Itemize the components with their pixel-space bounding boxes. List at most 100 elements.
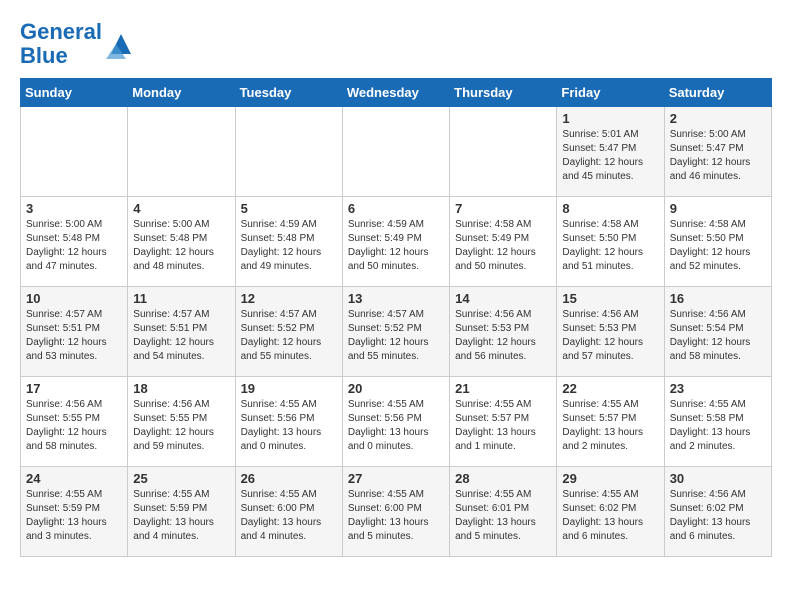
calendar-header: SundayMondayTuesdayWednesdayThursdayFrid…: [21, 79, 772, 107]
cell-info: Sunrise: 4:57 AM Sunset: 5:51 PM Dayligh…: [133, 308, 229, 364]
calendar-cell: 14 Sunrise: 4:56 AM Sunset: 5:53 PM Dayli…: [450, 287, 557, 377]
cell-info: Sunrise: 4:58 AM Sunset: 5:50 PM Dayligh…: [670, 218, 766, 274]
calendar-cell: 7Sunrise: 4:58 AM Sunset: 5:49 PM Daylig…: [450, 197, 557, 287]
calendar-cell: 17Sunrise: 4:56 AM Sunset: 5:55 PM Dayli…: [21, 377, 128, 467]
calendar-cell: [128, 107, 235, 197]
col-header-friday: Friday: [557, 79, 664, 107]
day-number: 15: [562, 291, 658, 306]
day-number: 26: [241, 471, 337, 486]
calendar-cell: 29 Sunrise: 4:55 AM Sunset: 6:02 PM Dayli…: [557, 467, 664, 557]
calendar-cell: 23 Sunrise: 4:55 AM Sunset: 5:58 PM Dayli…: [664, 377, 771, 467]
col-header-sunday: Sunday: [21, 79, 128, 107]
calendar-cell: 11 Sunrise: 4:57 AM Sunset: 5:51 PM Dayli…: [128, 287, 235, 377]
cell-info: Sunrise: 4:55 AM Sunset: 5:58 PM Dayligh…: [670, 398, 766, 454]
cell-info: Sunrise: 4:56 AM Sunset: 6:02 PM Dayligh…: [670, 488, 766, 544]
cell-info: Sunrise: 4:56 AM Sunset: 5:53 PM Dayligh…: [562, 308, 658, 364]
day-number: 30: [670, 471, 766, 486]
cell-info: Sunrise: 4:59 AM Sunset: 5:49 PM Dayligh…: [348, 218, 444, 274]
calendar-cell: 3Sunrise: 5:00 AM Sunset: 5:48 PM Daylig…: [21, 197, 128, 287]
calendar-cell: 27 Sunrise: 4:55 AM Sunset: 6:00 PM Dayli…: [342, 467, 449, 557]
calendar-cell: 10Sunrise: 4:57 AM Sunset: 5:51 PM Dayli…: [21, 287, 128, 377]
col-header-thursday: Thursday: [450, 79, 557, 107]
day-number: 13: [348, 291, 444, 306]
day-number: 18: [133, 381, 229, 396]
calendar-cell: 5 Sunrise: 4:59 AM Sunset: 5:48 PM Daylig…: [235, 197, 342, 287]
calendar-cell: 21 Sunrise: 4:55 AM Sunset: 5:57 PM Dayli…: [450, 377, 557, 467]
day-number: 6: [348, 201, 444, 216]
day-number: 19: [241, 381, 337, 396]
week-row-4: 24 Sunrise: 4:55 AM Sunset: 5:59 PM Dayli…: [21, 467, 772, 557]
calendar-cell: 15 Sunrise: 4:56 AM Sunset: 5:53 PM Dayli…: [557, 287, 664, 377]
calendar-cell: [450, 107, 557, 197]
cell-info: Sunrise: 4:56 AM Sunset: 5:53 PM Dayligh…: [455, 308, 551, 364]
day-number: 4: [133, 201, 229, 216]
day-number: 10: [26, 291, 122, 306]
day-number: 14: [455, 291, 551, 306]
cell-info: Sunrise: 4:59 AM Sunset: 5:48 PM Dayligh…: [241, 218, 337, 274]
week-row-2: 10 Sunrise: 4:57 AM Sunset: 5:51 PM Dayli…: [21, 287, 772, 377]
calendar-body: 1 Sunrise: 5:01 AM Sunset: 5:47 PM Daylig…: [21, 107, 772, 557]
calendar-cell: 20 Sunrise: 4:55 AM Sunset: 5:56 PM Dayli…: [342, 377, 449, 467]
day-number: 9: [670, 201, 766, 216]
calendar-cell: 8 Sunrise: 4:58 AM Sunset: 5:50 PM Daylig…: [557, 197, 664, 287]
col-header-saturday: Saturday: [664, 79, 771, 107]
col-header-monday: Monday: [128, 79, 235, 107]
logo: General Blue: [20, 20, 136, 68]
cell-info: Sunrise: 4:57 AM Sunset: 5:52 PM Dayligh…: [348, 308, 444, 364]
header-row: SundayMondayTuesdayWednesdayThursdayFrid…: [21, 79, 772, 107]
logo-text: General Blue: [20, 20, 102, 68]
calendar-cell: 1 Sunrise: 5:01 AM Sunset: 5:47 PM Daylig…: [557, 107, 664, 197]
day-number: 11: [133, 291, 229, 306]
day-number: 5: [241, 201, 337, 216]
day-number: 29: [562, 471, 658, 486]
calendar-cell: 16Sunrise: 4:56 AM Sunset: 5:54 PM Dayli…: [664, 287, 771, 377]
day-number: 27: [348, 471, 444, 486]
cell-info: Sunrise: 4:55 AM Sunset: 6:00 PM Dayligh…: [241, 488, 337, 544]
calendar-cell: 28Sunrise: 4:55 AM Sunset: 6:01 PM Dayli…: [450, 467, 557, 557]
cell-info: Sunrise: 4:56 AM Sunset: 5:55 PM Dayligh…: [133, 398, 229, 454]
cell-info: Sunrise: 5:00 AM Sunset: 5:47 PM Dayligh…: [670, 128, 766, 184]
cell-info: Sunrise: 4:55 AM Sunset: 5:59 PM Dayligh…: [26, 488, 122, 544]
cell-info: Sunrise: 4:55 AM Sunset: 6:01 PM Dayligh…: [455, 488, 551, 544]
cell-info: Sunrise: 4:55 AM Sunset: 5:57 PM Dayligh…: [562, 398, 658, 454]
cell-info: Sunrise: 5:01 AM Sunset: 5:47 PM Dayligh…: [562, 128, 658, 184]
day-number: 21: [455, 381, 551, 396]
cell-info: Sunrise: 4:55 AM Sunset: 5:59 PM Dayligh…: [133, 488, 229, 544]
cell-info: Sunrise: 5:00 AM Sunset: 5:48 PM Dayligh…: [133, 218, 229, 274]
cell-info: Sunrise: 4:55 AM Sunset: 6:00 PM Dayligh…: [348, 488, 444, 544]
cell-info: Sunrise: 4:58 AM Sunset: 5:50 PM Dayligh…: [562, 218, 658, 274]
col-header-tuesday: Tuesday: [235, 79, 342, 107]
calendar-cell: 2Sunrise: 5:00 AM Sunset: 5:47 PM Daylig…: [664, 107, 771, 197]
calendar-cell: 22 Sunrise: 4:55 AM Sunset: 5:57 PM Dayli…: [557, 377, 664, 467]
cell-info: Sunrise: 4:56 AM Sunset: 5:54 PM Dayligh…: [670, 308, 766, 364]
calendar-cell: 4 Sunrise: 5:00 AM Sunset: 5:48 PM Daylig…: [128, 197, 235, 287]
col-header-wednesday: Wednesday: [342, 79, 449, 107]
day-number: 17: [26, 381, 122, 396]
day-number: 22: [562, 381, 658, 396]
calendar-cell: 6 Sunrise: 4:59 AM Sunset: 5:49 PM Daylig…: [342, 197, 449, 287]
calendar-cell: 12Sunrise: 4:57 AM Sunset: 5:52 PM Dayli…: [235, 287, 342, 377]
day-number: 20: [348, 381, 444, 396]
cell-info: Sunrise: 4:55 AM Sunset: 5:57 PM Dayligh…: [455, 398, 551, 454]
calendar-cell: 18 Sunrise: 4:56 AM Sunset: 5:55 PM Dayli…: [128, 377, 235, 467]
cell-info: Sunrise: 4:55 AM Sunset: 5:56 PM Dayligh…: [348, 398, 444, 454]
calendar-cell: 24 Sunrise: 4:55 AM Sunset: 5:59 PM Dayli…: [21, 467, 128, 557]
logo-general: General: [20, 19, 102, 44]
calendar-cell: 26 Sunrise: 4:55 AM Sunset: 6:00 PM Dayli…: [235, 467, 342, 557]
day-number: 24: [26, 471, 122, 486]
calendar-cell: 30 Sunrise: 4:56 AM Sunset: 6:02 PM Dayli…: [664, 467, 771, 557]
day-number: 23: [670, 381, 766, 396]
calendar-cell: 9 Sunrise: 4:58 AM Sunset: 5:50 PM Daylig…: [664, 197, 771, 287]
calendar-cell: 25 Sunrise: 4:55 AM Sunset: 5:59 PM Dayli…: [128, 467, 235, 557]
day-number: 25: [133, 471, 229, 486]
day-number: 12: [241, 291, 337, 306]
day-number: 1: [562, 111, 658, 126]
calendar-cell: [235, 107, 342, 197]
week-row-0: 1 Sunrise: 5:01 AM Sunset: 5:47 PM Daylig…: [21, 107, 772, 197]
cell-info: Sunrise: 4:58 AM Sunset: 5:49 PM Dayligh…: [455, 218, 551, 274]
cell-info: Sunrise: 5:00 AM Sunset: 5:48 PM Dayligh…: [26, 218, 122, 274]
cell-info: Sunrise: 4:55 AM Sunset: 6:02 PM Dayligh…: [562, 488, 658, 544]
page-header: General Blue: [20, 20, 772, 68]
calendar-cell: 19Sunrise: 4:55 AM Sunset: 5:56 PM Dayli…: [235, 377, 342, 467]
day-number: 8: [562, 201, 658, 216]
